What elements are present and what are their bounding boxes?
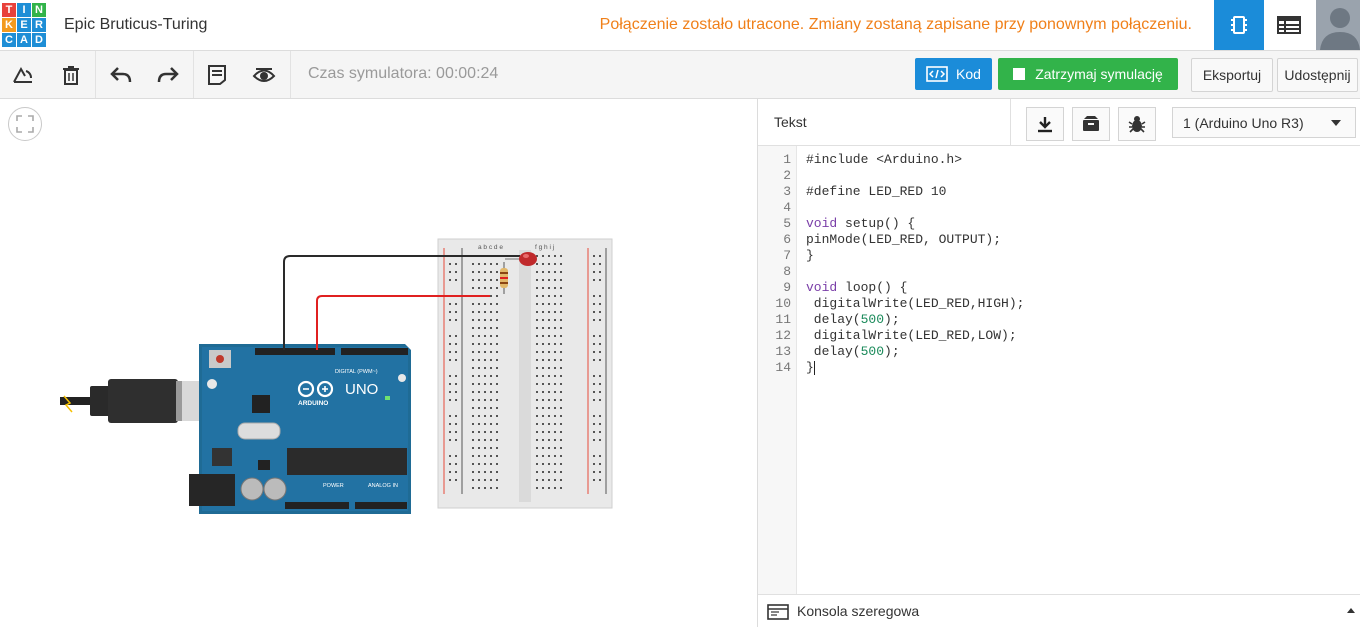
code-editor[interactable]: #include <Arduino.h> #define LED_RED 10 vo… bbox=[806, 152, 1024, 376]
line-number: 6 bbox=[783, 232, 791, 247]
share-button[interactable]: Udostępnij bbox=[1277, 58, 1358, 92]
line-number: 3 bbox=[783, 184, 791, 199]
serial-console-label: Konsola szeregowa bbox=[797, 603, 920, 619]
rotate-button[interactable] bbox=[0, 51, 46, 98]
logo-letter: D bbox=[32, 33, 46, 47]
chevron-up-icon[interactable] bbox=[1347, 608, 1355, 613]
debugger-button[interactable] bbox=[1118, 107, 1156, 141]
uno-label: UNO bbox=[345, 381, 378, 398]
arduino-brand: ARDUINO bbox=[298, 400, 328, 407]
code-line[interactable]: void setup() { bbox=[806, 216, 1024, 232]
code-line[interactable]: } bbox=[806, 248, 1024, 264]
line-numbers: 1 2 3 4 5 6 7 8 9 10 11 12 13 14 bbox=[758, 152, 791, 376]
line-number: 8 bbox=[783, 264, 791, 279]
code-line[interactable]: digitalWrite(LED_RED,HIGH); bbox=[806, 296, 1025, 312]
circuit-canvas[interactable]: DIGITAL (PWM~) ARDUINO UNO POWER ANALOG … bbox=[0, 99, 757, 627]
top-bar: T I N K E R C A D Epic Bruticus-Turing P… bbox=[0, 0, 1360, 51]
notes-icon bbox=[208, 64, 226, 85]
rotate-icon bbox=[13, 66, 32, 83]
editor-mode-label[interactable]: Tekst bbox=[774, 114, 807, 130]
trash-icon bbox=[63, 65, 79, 85]
code-line[interactable]: delay(500); bbox=[806, 312, 1024, 328]
circuit-view-button[interactable] bbox=[1214, 0, 1264, 50]
component-list-button[interactable] bbox=[1264, 0, 1314, 50]
code-line[interactable]: #define LED_RED 10 bbox=[806, 184, 1024, 200]
code-button-label: Kod bbox=[956, 66, 981, 82]
logo-letter: N bbox=[32, 3, 46, 17]
code-line[interactable] bbox=[806, 264, 1024, 280]
logo-letter: I bbox=[17, 3, 31, 17]
line-number: 13 bbox=[775, 344, 791, 359]
connection-warning: Połączenie zostało utracone. Zmiany zost… bbox=[599, 16, 1192, 33]
board-select[interactable]: 1 (Arduino Uno R3) bbox=[1172, 107, 1356, 138]
line-number: 4 bbox=[783, 200, 791, 215]
line-number: 10 bbox=[775, 296, 791, 311]
code-line[interactable]: delay(500); bbox=[806, 344, 1024, 360]
notes-button[interactable] bbox=[194, 51, 240, 98]
undo-icon bbox=[110, 66, 132, 82]
line-number: 7 bbox=[783, 248, 791, 263]
line-number: 12 bbox=[775, 328, 791, 343]
code-line[interactable]: pinMode(LED_RED, OUTPUT); bbox=[806, 232, 1024, 248]
eye-icon bbox=[252, 67, 276, 82]
editor-toolbar: Czas symulatora: 00:00:24 Kod Zatrzymaj … bbox=[0, 51, 1360, 99]
code-line[interactable]: void loop() { bbox=[806, 280, 1024, 296]
line-number: 2 bbox=[783, 168, 791, 183]
code-icon bbox=[926, 66, 948, 82]
logo-letter: T bbox=[2, 3, 16, 17]
circuit-drawing: DIGITAL (PWM~) ARDUINO UNO POWER ANALOG … bbox=[60, 238, 613, 514]
simulator-time: Czas symulatora: 00:00:24 bbox=[308, 65, 499, 82]
code-line[interactable] bbox=[806, 200, 1024, 216]
line-number: 14 bbox=[775, 360, 791, 375]
library-icon bbox=[1083, 116, 1099, 131]
stop-simulation-button[interactable]: Zatrzymaj symulację bbox=[998, 58, 1178, 90]
stop-icon bbox=[1013, 68, 1026, 80]
code-button[interactable]: Kod bbox=[915, 58, 992, 90]
breadboard[interactable]: a b c d e f g h i j bbox=[437, 238, 613, 509]
redo-button[interactable] bbox=[145, 51, 191, 98]
breadboard-cols-right: f g h i j bbox=[535, 244, 554, 251]
visibility-button[interactable] bbox=[241, 51, 287, 98]
breadboard-cols-left: a b c d e bbox=[478, 244, 503, 251]
export-button[interactable]: Eksportuj bbox=[1191, 58, 1273, 92]
chip-icon bbox=[1231, 16, 1247, 34]
console-icon bbox=[767, 604, 789, 620]
digital-label: DIGITAL (PWM~) bbox=[335, 369, 378, 375]
table-icon bbox=[1277, 16, 1301, 34]
logo-letter: E bbox=[17, 18, 31, 32]
project-title[interactable]: Epic Bruticus-Turing bbox=[64, 16, 207, 34]
code-panel: Tekst 1 (Arduino Uno R3) 1 2 3 4 5 6 7 8… bbox=[757, 99, 1360, 628]
logo-letter: C bbox=[2, 33, 16, 47]
line-number: 9 bbox=[783, 280, 791, 295]
analog-label: ANALOG IN bbox=[368, 483, 398, 489]
code-line[interactable]: digitalWrite(LED_RED,LOW); bbox=[806, 328, 1024, 344]
power-label: POWER bbox=[323, 483, 344, 489]
chevron-down-icon bbox=[1331, 120, 1341, 126]
line-number: 1 bbox=[783, 152, 791, 167]
tinkercad-logo[interactable]: T I N K E R C A D bbox=[2, 3, 46, 48]
logo-letter: R bbox=[32, 18, 46, 32]
board-select-value: 1 (Arduino Uno R3) bbox=[1183, 114, 1304, 131]
libraries-button[interactable] bbox=[1072, 107, 1110, 141]
line-number: 11 bbox=[775, 312, 791, 327]
code-line[interactable]: #include <Arduino.h> bbox=[806, 152, 1024, 168]
logo-letter: A bbox=[17, 33, 31, 47]
avatar[interactable] bbox=[1316, 0, 1360, 50]
arduino-uno-board[interactable]: DIGITAL (PWM~) ARDUINO UNO POWER ANALOG … bbox=[189, 344, 411, 514]
serial-console-bar[interactable]: Konsola szeregowa bbox=[758, 594, 1360, 628]
delete-button[interactable] bbox=[48, 51, 94, 98]
code-line[interactable]: } bbox=[806, 360, 1024, 376]
bug-icon bbox=[1128, 116, 1146, 133]
redo-icon bbox=[157, 66, 179, 82]
download-icon bbox=[1038, 117, 1052, 133]
line-number: 5 bbox=[783, 216, 791, 231]
download-button[interactable] bbox=[1026, 107, 1064, 141]
user-avatar-icon bbox=[1316, 0, 1360, 50]
code-panel-header: Tekst 1 (Arduino Uno R3) bbox=[758, 99, 1360, 146]
stop-simulation-label: Zatrzymaj symulację bbox=[1035, 66, 1163, 82]
code-line[interactable] bbox=[806, 168, 1024, 184]
logo-letter: K bbox=[2, 18, 16, 32]
undo-button[interactable] bbox=[98, 51, 144, 98]
